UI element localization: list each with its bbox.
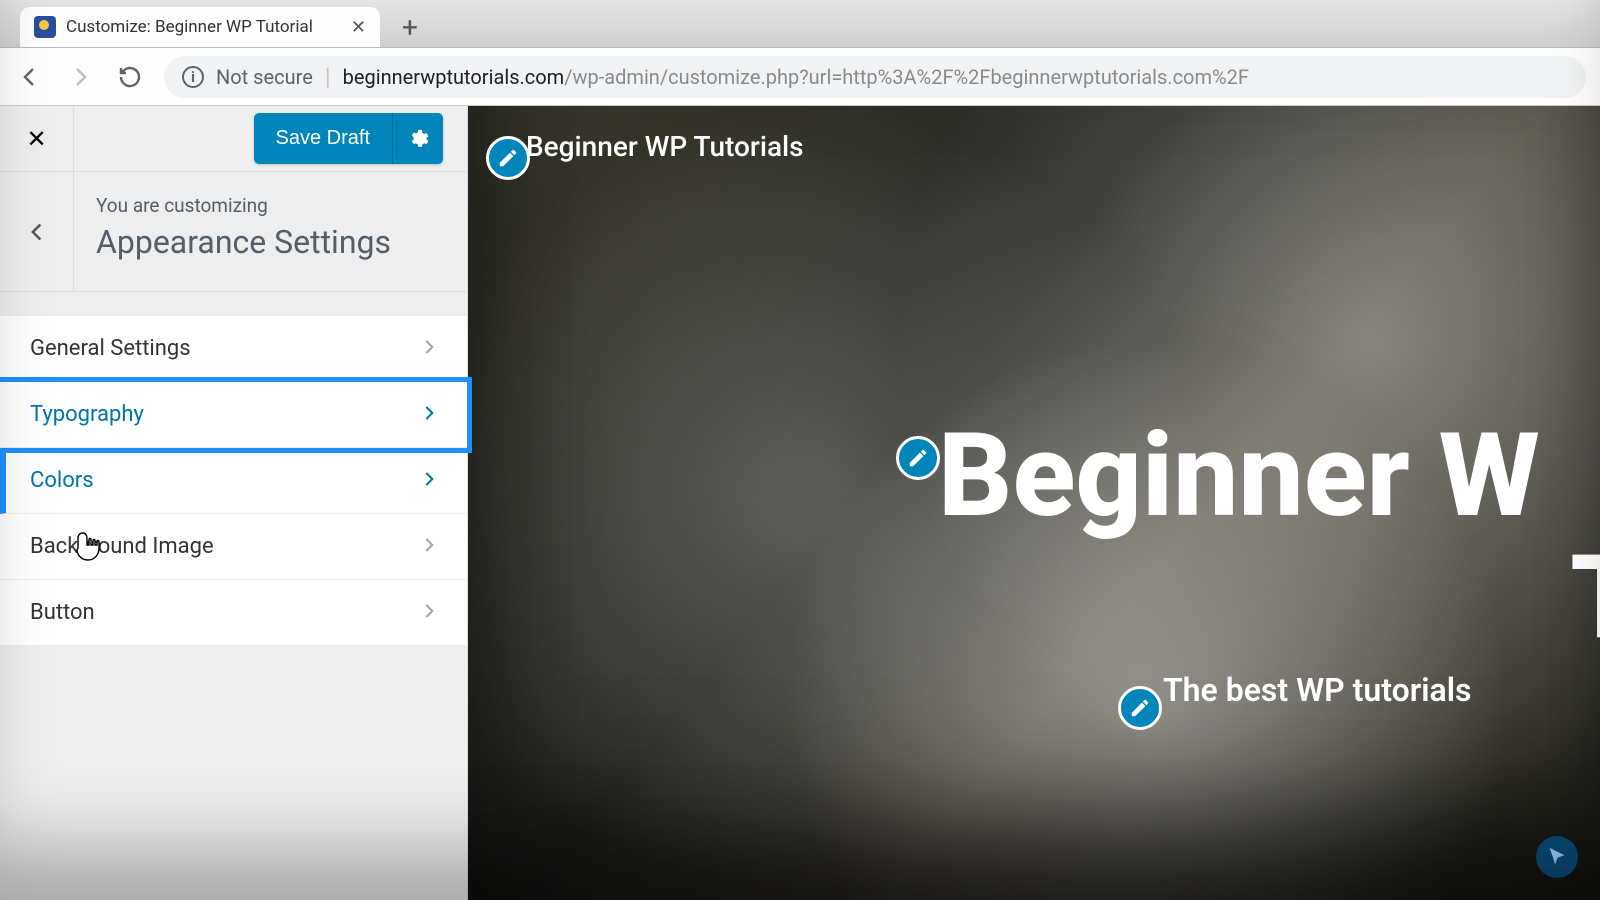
forward-button[interactable]: [64, 61, 96, 93]
edit-shortcut-tagline[interactable]: [1118, 686, 1162, 730]
hero-title: Beginner W Tutor: [938, 416, 1600, 660]
divider: |: [325, 63, 331, 91]
menu-item-general-settings[interactable]: General Settings: [0, 316, 467, 382]
edit-shortcut-site-title[interactable]: [486, 136, 530, 180]
hero-title-line2: Tutor: [1570, 530, 1600, 666]
sidebar-action-row: ✕ Save Draft: [0, 106, 467, 172]
menu-item-typography[interactable]: Typography: [0, 382, 467, 448]
menu-item-label: Typography: [30, 402, 144, 427]
publish-settings-button[interactable]: [392, 113, 443, 164]
workspace: ✕ Save Draft: [0, 106, 1600, 900]
url-path: /wp-admin/customize.php?url=http%3A%2F%2…: [564, 65, 1249, 89]
site-preview: Beginner WP Tutorials Beginner W Tutor T…: [468, 106, 1600, 900]
site-title[interactable]: Beginner WP Tutorials: [526, 130, 804, 163]
pencil-icon: [907, 447, 929, 469]
breadcrumb: You are customizing: [96, 194, 391, 217]
tab-title: Customize: Beginner WP Tutorial: [66, 17, 341, 37]
url-host: beginnerwptutorials.com: [343, 65, 565, 89]
menu-item-colors[interactable]: Colors: [0, 448, 467, 514]
page-url: beginnerwptutorials.com/wp-admin/customi…: [343, 65, 1249, 89]
address-bar[interactable]: i Not secure | beginnerwptutorials.com/w…: [164, 56, 1586, 98]
customizer-sidebar: ✕ Save Draft: [0, 106, 468, 900]
browser-toolbar: i Not secure | beginnerwptutorials.com/w…: [0, 48, 1600, 106]
corner-cursor-badge[interactable]: [1536, 836, 1578, 878]
new-tab-button[interactable]: +: [390, 7, 430, 47]
close-customizer-button[interactable]: ✕: [0, 106, 74, 171]
back-button[interactable]: [14, 61, 46, 93]
pencil-icon: [1129, 697, 1151, 719]
security-info-icon[interactable]: i: [182, 66, 204, 88]
browser-tab[interactable]: Customize: Beginner WP Tutorial ✕: [20, 7, 380, 47]
menu-item-button[interactable]: Button: [0, 580, 467, 646]
security-status: Not secure: [216, 65, 313, 89]
section-header: You are customizing Appearance Settings: [0, 172, 467, 292]
menu-item-background-image[interactable]: Background Image: [0, 514, 467, 580]
favicon-icon: [34, 16, 56, 38]
chevron-right-icon: [421, 600, 437, 625]
site-tagline: The best WP tutorials: [1163, 671, 1472, 709]
browser-tab-strip: Customize: Beginner WP Tutorial ✕ +: [0, 0, 1600, 48]
menu-item-label: Colors: [30, 468, 94, 493]
pencil-icon: [497, 147, 519, 169]
save-draft-button[interactable]: Save Draft: [254, 113, 392, 164]
chevron-right-icon: [421, 336, 437, 361]
menu-item-label: Background Image: [30, 534, 214, 559]
menu-item-label: Button: [30, 600, 95, 625]
chevron-right-icon: [421, 468, 437, 493]
back-section-button[interactable]: [0, 172, 74, 291]
edit-shortcut-hero-title[interactable]: [896, 436, 940, 480]
chevron-right-icon: [421, 402, 437, 427]
chevron-right-icon: [421, 534, 437, 559]
close-tab-icon[interactable]: ✕: [351, 17, 366, 38]
gear-icon: [407, 128, 429, 150]
cursor-arrow-icon: [1546, 846, 1568, 868]
settings-menu: General Settings Typography: [0, 316, 467, 646]
section-title: Appearance Settings: [96, 223, 391, 261]
hero-title-line1: Beginner W: [938, 408, 1540, 544]
reload-button[interactable]: [114, 61, 146, 93]
menu-item-label: General Settings: [30, 336, 191, 361]
